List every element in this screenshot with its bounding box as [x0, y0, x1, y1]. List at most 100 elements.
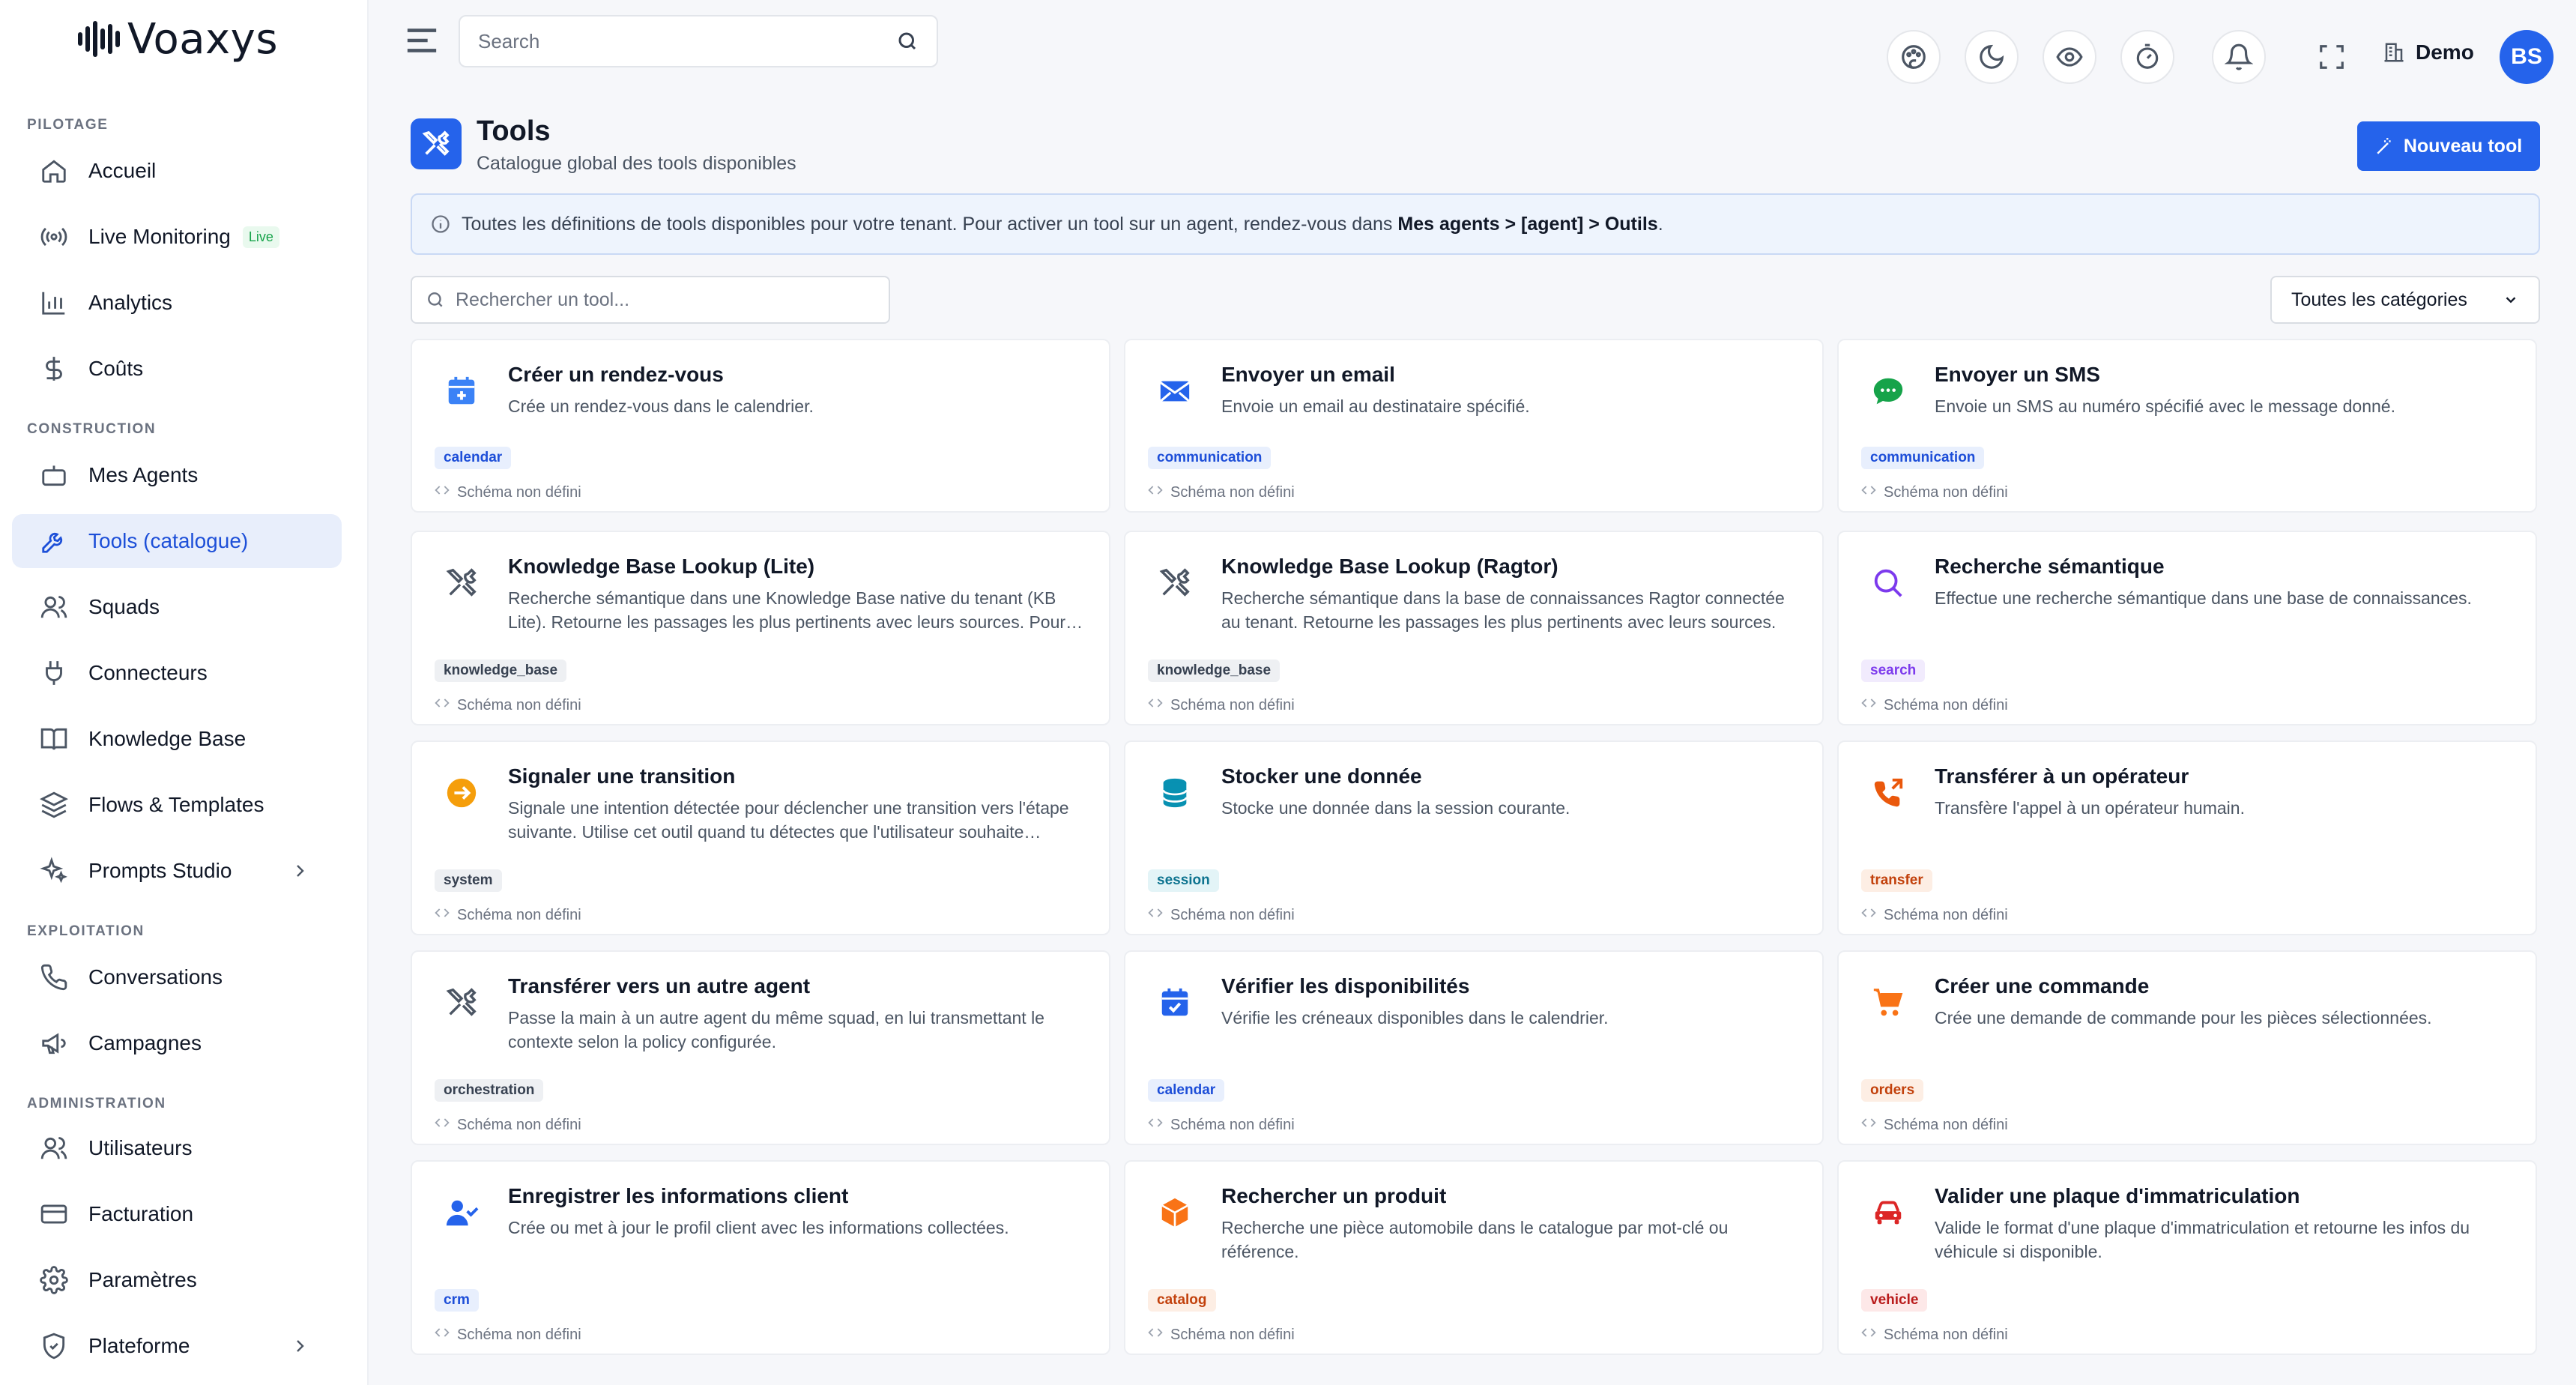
- sidebar-item-squads[interactable]: Squads: [12, 580, 342, 634]
- visibility-button[interactable]: [2043, 30, 2096, 84]
- tool-card[interactable]: Signaler une transition Signale une inten…: [411, 740, 1110, 935]
- brand-logo[interactable]: Voaxys: [78, 15, 278, 64]
- sidebar-item-facturation[interactable]: Facturation: [12, 1187, 342, 1241]
- sidebar-item-flows-templates[interactable]: Flows & Templates: [12, 778, 342, 832]
- tool-card[interactable]: Enregistrer les informations client Crée …: [411, 1160, 1110, 1355]
- sidebar-item-label: Connecteurs: [88, 661, 208, 684]
- tool-card[interactable]: Créer une commande Crée une demande de co…: [1837, 950, 2537, 1145]
- tool-category-tag: transfer: [1861, 869, 1932, 892]
- theme-palette-button[interactable]: [1887, 30, 1941, 84]
- tool-card[interactable]: Envoyer un email Envoie un email au desti…: [1124, 339, 1824, 513]
- code-icon: [435, 695, 450, 715]
- menu-toggle-button[interactable]: [405, 25, 439, 55]
- sidebar-item-label: Coûts: [88, 357, 144, 380]
- calendar-plus-icon: [442, 372, 481, 411]
- chevron-down-icon: [2506, 297, 2516, 304]
- tool-card[interactable]: Rechercher un produit Recherche une pièce…: [1124, 1160, 1824, 1355]
- code-icon: [435, 483, 450, 502]
- tool-schema-status: Schéma non défini: [1148, 483, 1295, 502]
- info-text-end: .: [1657, 213, 1663, 235]
- tool-category-tag: knowledge_base: [1148, 660, 1281, 682]
- broadcast-icon: [39, 222, 69, 252]
- tool-description: Crée ou met à jour le profil client avec…: [508, 1218, 1009, 1237]
- tool-category-tag: crm: [435, 1289, 479, 1312]
- tool-card[interactable]: Transférer à un opérateur Transfère l'app…: [1837, 740, 2537, 935]
- schema-label: Schéma non défini: [1884, 483, 2008, 501]
- timer-icon: [2136, 43, 2159, 69]
- dark-mode-button[interactable]: [1965, 30, 2019, 84]
- tool-category-tag: orchestration: [435, 1079, 544, 1102]
- user-avatar[interactable]: BS: [2500, 30, 2554, 84]
- tool-description: Recherche une pièce automobile dans le c…: [1221, 1218, 1729, 1261]
- sidebar-item-prompts-studio[interactable]: Prompts Studio: [12, 844, 342, 898]
- tool-title: Knowledge Base Lookup (Lite): [508, 555, 815, 578]
- sidebar-item-live-monitoring[interactable]: Live Monitoring Live: [12, 210, 342, 264]
- section-title-pilotage: PILOTAGE: [27, 117, 109, 133]
- global-search-input[interactable]: [478, 29, 896, 53]
- sidebar-item-conversations[interactable]: Conversations: [12, 950, 342, 1004]
- sidebar-item-knowledge-base[interactable]: Knowledge Base: [12, 712, 342, 766]
- chevron-right-icon[interactable]: [291, 1337, 309, 1355]
- sidebar-item-connecteurs[interactable]: Connecteurs: [12, 646, 342, 700]
- sidebar-item-parametres[interactable]: Paramètres: [12, 1253, 342, 1307]
- timer-button[interactable]: [2120, 30, 2174, 84]
- sidebar-item-couts[interactable]: Coûts: [12, 342, 342, 396]
- tool-title: Vérifier les disponibilités: [1221, 974, 1470, 998]
- tool-search-input[interactable]: [456, 289, 875, 311]
- home-icon: [39, 156, 69, 186]
- code-icon: [1148, 695, 1163, 715]
- chevron-right-icon[interactable]: [291, 862, 309, 880]
- search-icon[interactable]: [896, 30, 919, 52]
- sidebar-item-label: Facturation: [88, 1202, 194, 1225]
- tool-description: Envoie un email au destinataire spécifié…: [1221, 396, 1530, 416]
- schema-label: Schéma non défini: [1170, 1116, 1295, 1133]
- tool-card[interactable]: Stocker une donnée Stocke une donnée dans…: [1124, 740, 1824, 935]
- category-select[interactable]: Toutes les catégories: [2270, 276, 2540, 324]
- tool-schema-status: Schéma non défini: [1148, 1325, 1295, 1345]
- sidebar-item-label: Squads: [88, 595, 160, 618]
- sidebar-item-label: Prompts Studio: [88, 859, 232, 882]
- tool-title: Valider une plaque d'immatriculation: [1935, 1184, 2300, 1207]
- code-icon: [1861, 905, 1876, 925]
- sidebar-item-label: Paramètres: [88, 1268, 197, 1291]
- tools-page-icon: [411, 118, 462, 169]
- tool-card[interactable]: Knowledge Base Lookup (Ragtor) Recherche …: [1124, 531, 1824, 725]
- tool-card[interactable]: Knowledge Base Lookup (Lite) Recherche sé…: [411, 531, 1110, 725]
- tool-schema-status: Schéma non défini: [1861, 483, 2008, 502]
- code-icon: [435, 1325, 450, 1345]
- tool-description: Crée une demande de commande pour les pi…: [1935, 1008, 2432, 1028]
- code-icon: [1861, 1325, 1876, 1345]
- sidebar-item-accueil[interactable]: Accueil: [12, 144, 342, 198]
- tool-category-tag: communication: [1148, 447, 1272, 469]
- tenant-switcher[interactable]: Demo: [2383, 40, 2474, 64]
- schema-label: Schéma non défini: [457, 1326, 581, 1343]
- sidebar-item-analytics[interactable]: Analytics: [12, 276, 342, 330]
- new-tool-button[interactable]: Nouveau tool: [2357, 121, 2540, 171]
- sidebar-item-utilisateurs[interactable]: Utilisateurs: [12, 1121, 342, 1175]
- tool-category-tag: calendar: [435, 447, 512, 469]
- tool-card[interactable]: Envoyer un SMS Envoie un SMS au numéro sp…: [1837, 339, 2537, 513]
- section-title-exploitation: EXPLOITATION: [27, 923, 145, 939]
- tool-card[interactable]: Créer un rendez-vous Crée un rendez-vous …: [411, 339, 1110, 513]
- sidebar: Voaxys PILOTAGE CONSTRUCTION EXPLOITATIO…: [0, 0, 369, 1385]
- notifications-button[interactable]: [2212, 30, 2266, 84]
- tool-card[interactable]: Recherche sémantique Effectue une recherc…: [1837, 531, 2537, 725]
- code-icon: [1148, 905, 1163, 925]
- sidebar-item-label: Tools (catalogue): [88, 529, 249, 552]
- tool-schema-status: Schéma non défini: [1861, 1325, 2008, 1345]
- code-icon: [1861, 1115, 1876, 1135]
- sidebar-item-mes-agents[interactable]: Mes Agents: [12, 448, 342, 502]
- fullscreen-button[interactable]: [2305, 30, 2359, 84]
- sidebar-item-tools-catalogue[interactable]: Tools (catalogue): [12, 514, 342, 568]
- code-icon: [1148, 483, 1163, 502]
- tool-card[interactable]: Transférer vers un autre agent Passe la m…: [411, 950, 1110, 1145]
- building-icon: [2384, 43, 2404, 62]
- sidebar-item-plateforme[interactable]: Plateforme: [12, 1319, 342, 1373]
- tool-card[interactable]: Valider une plaque d'immatriculation Vali…: [1837, 1160, 2537, 1355]
- sidebar-item-campagnes[interactable]: Campagnes: [12, 1016, 342, 1070]
- megaphone-icon: [39, 1028, 69, 1058]
- tool-card[interactable]: Vérifier les disponibilités Vérifie les c…: [1124, 950, 1824, 1145]
- schema-label: Schéma non défini: [1170, 1326, 1295, 1343]
- schema-label: Schéma non défini: [1170, 906, 1295, 923]
- tool-description: Recherche sémantique dans une Knowledge …: [508, 588, 1066, 632]
